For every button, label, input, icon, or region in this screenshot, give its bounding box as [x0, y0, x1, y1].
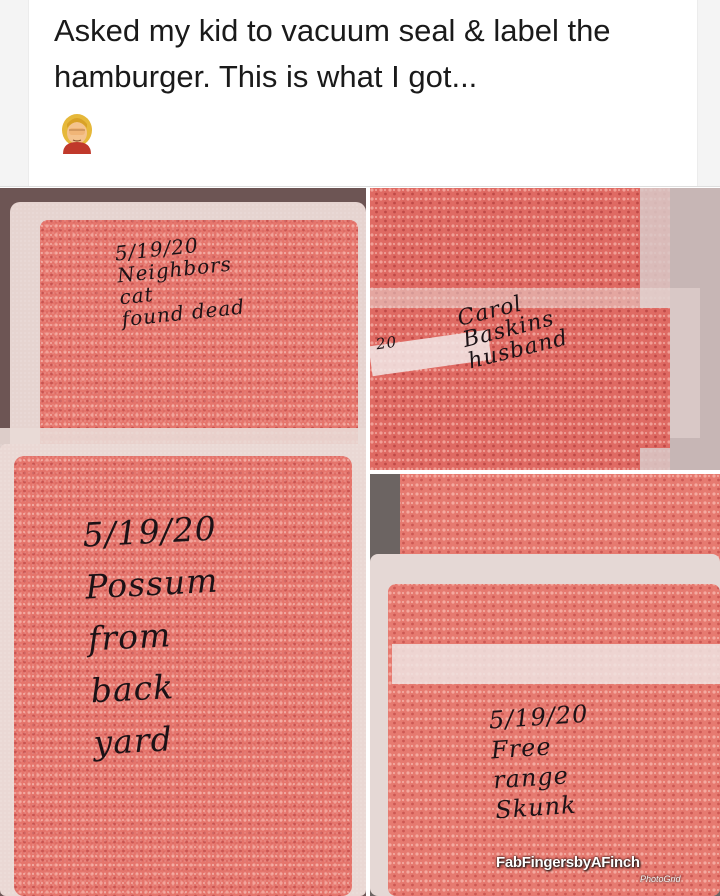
label-line: from	[87, 615, 173, 659]
ground-meat-packages-image	[370, 474, 720, 896]
label-line: range	[492, 761, 570, 795]
label-line: Possum	[84, 560, 220, 607]
package-side-label: 20	[374, 332, 399, 354]
post-caption-area: Asked my kid to vacuum seal & label the …	[0, 0, 720, 187]
watermark-app: PhotoGrid	[640, 874, 681, 884]
package-label-possum: 5/19/20 Possum from back yard	[81, 503, 229, 770]
post-caption: Asked my kid to vacuum seal & label the …	[54, 13, 611, 94]
label-line: 5/19/20	[488, 699, 590, 735]
package-label-neighbors-cat: 5/19/20 Neighbors cat found dead	[114, 230, 246, 331]
label-line: 5/19/20	[81, 508, 218, 555]
woman-facepalming-emoji-icon	[62, 114, 92, 154]
label-line: Free	[490, 732, 553, 765]
label-line: back	[89, 667, 175, 711]
label-line: Skunk	[494, 790, 578, 825]
package-label-free-range-skunk: 5/19/20 Free range Skunk	[488, 699, 596, 826]
photo-possum-and-cat-packages: 5/19/20 Neighbors cat found dead 5/19/20…	[0, 188, 366, 896]
photo-free-range-skunk-package: 5/19/20 Free range Skunk	[370, 474, 720, 896]
watermark: FabFingersbyAFinch	[496, 854, 640, 871]
label-line: yard	[92, 719, 174, 763]
photo-carol-baskins-husband-package: 20 Carol Baskins husband	[370, 188, 720, 470]
